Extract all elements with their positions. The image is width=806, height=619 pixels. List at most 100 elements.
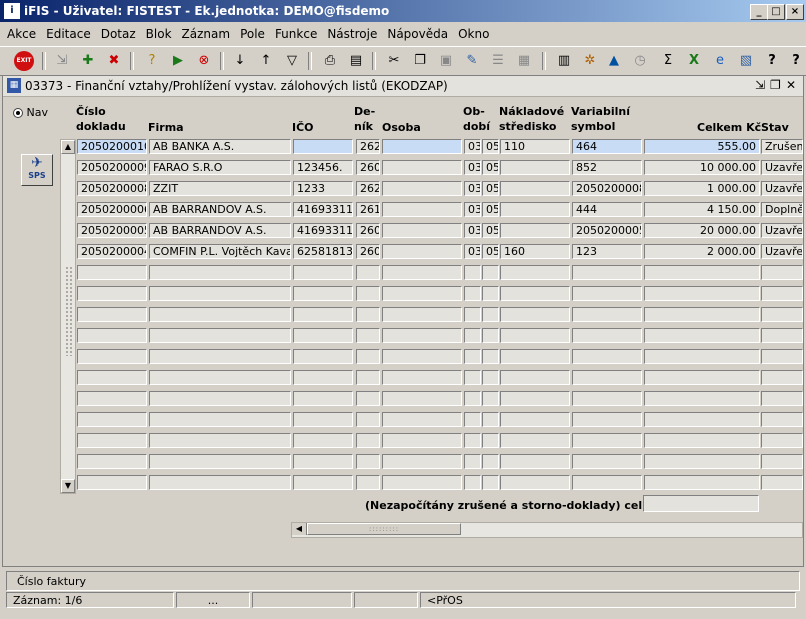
cell-stav[interactable] bbox=[761, 475, 803, 490]
cell-firma[interactable] bbox=[149, 370, 291, 385]
cell-r[interactable] bbox=[482, 454, 499, 469]
cell-symbol[interactable] bbox=[572, 370, 642, 385]
cell-symbol[interactable]: 464 bbox=[572, 139, 642, 154]
cell-m[interactable]: 03 bbox=[464, 181, 481, 196]
cell-osoba[interactable] bbox=[382, 370, 462, 385]
cell-firma[interactable]: AB BANKA A.S. bbox=[149, 139, 291, 154]
cell-symbol[interactable]: 2050200005 bbox=[572, 223, 642, 238]
cell-stredisko[interactable]: 110 bbox=[500, 139, 570, 154]
cell-ico[interactable] bbox=[293, 139, 353, 154]
print-icon[interactable]: ⎙ bbox=[320, 51, 340, 71]
menu-akce[interactable]: Akce bbox=[0, 24, 39, 41]
cell-ico[interactable] bbox=[293, 391, 353, 406]
cell-cislo[interactable]: 2050200004 bbox=[77, 244, 147, 259]
cell-stav[interactable]: Uzavřen bbox=[761, 181, 803, 196]
cell-r[interactable] bbox=[482, 412, 499, 427]
cell-firma[interactable] bbox=[149, 286, 291, 301]
cell-m[interactable]: 03 bbox=[464, 139, 481, 154]
cell-celkem[interactable] bbox=[644, 265, 760, 280]
cut-icon[interactable]: ✂ bbox=[384, 51, 404, 71]
cell-cislo[interactable] bbox=[77, 328, 147, 343]
cell-symbol[interactable]: 2050200008 bbox=[572, 181, 642, 196]
cell-firma[interactable] bbox=[149, 349, 291, 364]
cell-r[interactable]: 05 bbox=[482, 223, 499, 238]
form-minimize-icon[interactable]: ⇲ bbox=[755, 78, 765, 92]
cell-stav[interactable]: Uzavřen bbox=[761, 160, 803, 175]
cell-ico[interactable] bbox=[293, 328, 353, 343]
cell-stav[interactable]: Zrušen bbox=[761, 139, 803, 154]
cell-denik[interactable] bbox=[356, 349, 380, 364]
cell-m[interactable] bbox=[464, 370, 481, 385]
cell-osoba[interactable] bbox=[382, 307, 462, 322]
cell-r[interactable] bbox=[482, 391, 499, 406]
cell-m[interactable] bbox=[464, 328, 481, 343]
cell-celkem[interactable] bbox=[644, 475, 760, 490]
insert-record-icon[interactable]: ✚ bbox=[78, 51, 98, 71]
cell-m[interactable]: 03 bbox=[464, 202, 481, 217]
cell-symbol[interactable] bbox=[572, 307, 642, 322]
cell-r[interactable] bbox=[482, 286, 499, 301]
cell-stredisko[interactable] bbox=[500, 160, 570, 175]
cell-stav[interactable] bbox=[761, 286, 803, 301]
cell-denik[interactable] bbox=[356, 454, 380, 469]
scroll-thumb[interactable]: ::::::::: bbox=[307, 523, 461, 535]
edit-icon[interactable]: ✎ bbox=[462, 51, 482, 71]
menu-nastroje[interactable]: Nástroje bbox=[320, 24, 380, 41]
cell-r[interactable] bbox=[482, 370, 499, 385]
nav-radio[interactable]: Nav bbox=[13, 106, 48, 119]
excel-icon[interactable]: X bbox=[684, 51, 704, 71]
filter-icon[interactable]: ▽ bbox=[282, 51, 302, 71]
cell-stredisko[interactable] bbox=[500, 391, 570, 406]
cell-firma[interactable] bbox=[149, 307, 291, 322]
scroll-up-icon[interactable]: ▲ bbox=[61, 140, 75, 154]
cell-ico[interactable] bbox=[293, 433, 353, 448]
notes-icon[interactable]: ▧ bbox=[736, 51, 756, 71]
menu-editace[interactable]: Editace bbox=[39, 24, 94, 41]
cell-m[interactable] bbox=[464, 454, 481, 469]
cell-m[interactable]: 03 bbox=[464, 223, 481, 238]
cell-firma[interactable] bbox=[149, 475, 291, 490]
cell-r[interactable] bbox=[482, 307, 499, 322]
cell-stredisko[interactable] bbox=[500, 454, 570, 469]
cell-m[interactable]: 03 bbox=[464, 244, 481, 259]
cell-denik[interactable]: 262 bbox=[356, 181, 380, 196]
cell-celkem[interactable]: 4 150.00 bbox=[644, 202, 760, 217]
cell-celkem[interactable]: 1 000.00 bbox=[644, 181, 760, 196]
cell-celkem[interactable]: 2 000.00 bbox=[644, 244, 760, 259]
cell-ico[interactable] bbox=[293, 349, 353, 364]
cell-stredisko[interactable] bbox=[500, 370, 570, 385]
cell-r[interactable]: 05 bbox=[482, 181, 499, 196]
cell-celkem[interactable] bbox=[644, 391, 760, 406]
save-icon[interactable]: ⇲ bbox=[52, 51, 72, 71]
cell-firma[interactable]: FARAO S.R.O bbox=[149, 160, 291, 175]
cell-denik[interactable] bbox=[356, 433, 380, 448]
cell-m[interactable] bbox=[464, 475, 481, 490]
cell-r[interactable] bbox=[482, 433, 499, 448]
cell-symbol[interactable] bbox=[572, 475, 642, 490]
cell-osoba[interactable] bbox=[382, 244, 462, 259]
cell-cislo[interactable] bbox=[77, 412, 147, 427]
cell-denik[interactable]: 262 bbox=[356, 139, 380, 154]
cell-symbol[interactable] bbox=[572, 412, 642, 427]
cell-cislo[interactable] bbox=[77, 265, 147, 280]
print-preview-icon[interactable]: ▤ bbox=[346, 51, 366, 71]
menu-blok[interactable]: Blok bbox=[139, 24, 175, 41]
cell-stredisko[interactable] bbox=[500, 181, 570, 196]
cell-stredisko[interactable] bbox=[500, 475, 570, 490]
cell-firma[interactable] bbox=[149, 433, 291, 448]
minimize-button[interactable]: _ bbox=[750, 4, 768, 20]
cell-m[interactable] bbox=[464, 391, 481, 406]
cell-stav[interactable] bbox=[761, 328, 803, 343]
cell-denik[interactable] bbox=[356, 307, 380, 322]
cell-cislo[interactable]: 2050200009 bbox=[77, 160, 147, 175]
cell-denik[interactable] bbox=[356, 412, 380, 427]
cell-r[interactable] bbox=[482, 328, 499, 343]
cell-firma[interactable] bbox=[149, 265, 291, 280]
maximize-button[interactable]: □ bbox=[767, 4, 785, 20]
scroll-down-icon[interactable]: ▼ bbox=[61, 479, 75, 493]
cell-ico[interactable]: 41693311 bbox=[293, 223, 353, 238]
cell-cislo[interactable] bbox=[77, 391, 147, 406]
cell-stredisko[interactable] bbox=[500, 328, 570, 343]
menu-napoveda[interactable]: Nápověda bbox=[380, 24, 451, 41]
cell-celkem[interactable]: 20 000.00 bbox=[644, 223, 760, 238]
